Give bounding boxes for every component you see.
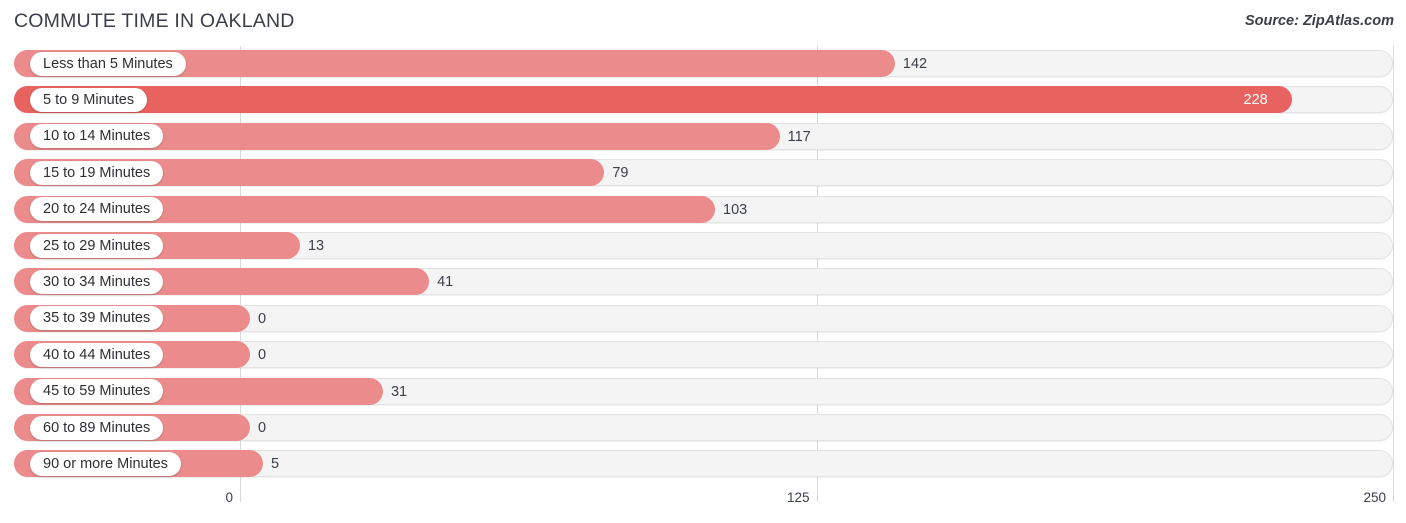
axis-tick-label: 250 [1363, 490, 1386, 505]
bar-row: 35 to 39 Minutes 0 [0, 303, 1406, 339]
category-label: 30 to 34 Minutes [30, 269, 164, 294]
value-label: 13 [307, 238, 325, 254]
category-label: 90 or more Minutes [30, 451, 181, 476]
value-label: 41 [437, 274, 454, 291]
axis-tick [1393, 486, 1394, 502]
category-label: 10 to 14 Minutes [30, 124, 164, 149]
category-label: Less than 5 Minutes [30, 51, 186, 76]
category-label: 60 to 89 Minutes [30, 415, 164, 440]
value-label: 103 [723, 201, 748, 218]
chart-plot-area: Less than 5 Minutes 142 5 to 9 Minutes 228 1… [0, 46, 1406, 489]
category-label: 5 to 9 Minutes [30, 87, 148, 112]
source-attribution: Source: ZipAtlas.com [1244, 13, 1394, 29]
value-label: 31 [390, 383, 408, 400]
chart-header: COMMUTE TIME IN OAKLAND Source: ZipAtlas… [0, 0, 1406, 42]
axis-tick-label: 125 [786, 490, 810, 505]
value-label: 79 [612, 165, 629, 182]
category-label: 40 to 44 Minutes [30, 342, 164, 367]
value-label: 5 [271, 456, 280, 473]
category-label: 25 to 29 Minutes [30, 233, 164, 258]
value-label: 228 [1243, 92, 1268, 109]
bar-row: 20 to 24 Minutes 103 [0, 194, 1406, 230]
bar-row: 90 or more Minutes 5 [0, 448, 1406, 484]
value-label: 117 [787, 128, 811, 145]
axis-tick [816, 486, 818, 502]
value-label: 0 [258, 420, 267, 436]
value-bar[interactable] [14, 86, 1292, 114]
x-axis: 0 125 250 [0, 486, 1406, 523]
bar-row: 45 to 59 Minutes 31 [0, 376, 1406, 412]
value-label: 0 [258, 310, 267, 327]
bar-row: 30 to 34 Minutes 41 [0, 266, 1406, 302]
axis-tick-label: 0 [225, 490, 233, 505]
page-title: COMMUTE TIME IN OAKLAND [14, 10, 295, 32]
category-label: 45 to 59 Minutes [30, 379, 164, 404]
category-label: 20 to 24 Minutes [30, 197, 164, 222]
bar-row: 25 to 29 Minutes 13 [0, 230, 1406, 266]
bar-row: 15 to 19 Minutes 79 [0, 157, 1406, 193]
bar-row: 5 to 9 Minutes 228 [0, 84, 1406, 120]
value-label: 142 [902, 56, 928, 72]
bar-row: 40 to 44 Minutes 0 [0, 339, 1406, 375]
bar-row: 10 to 14 Minutes 117 [0, 121, 1406, 157]
axis-tick [240, 486, 241, 502]
category-label: 15 to 19 Minutes [30, 160, 164, 185]
value-label: 0 [258, 347, 267, 364]
category-label: 35 to 39 Minutes [30, 306, 164, 331]
bar-row: 60 to 89 Minutes 0 [0, 412, 1406, 448]
bar-row: Less than 5 Minutes 142 [0, 48, 1406, 84]
